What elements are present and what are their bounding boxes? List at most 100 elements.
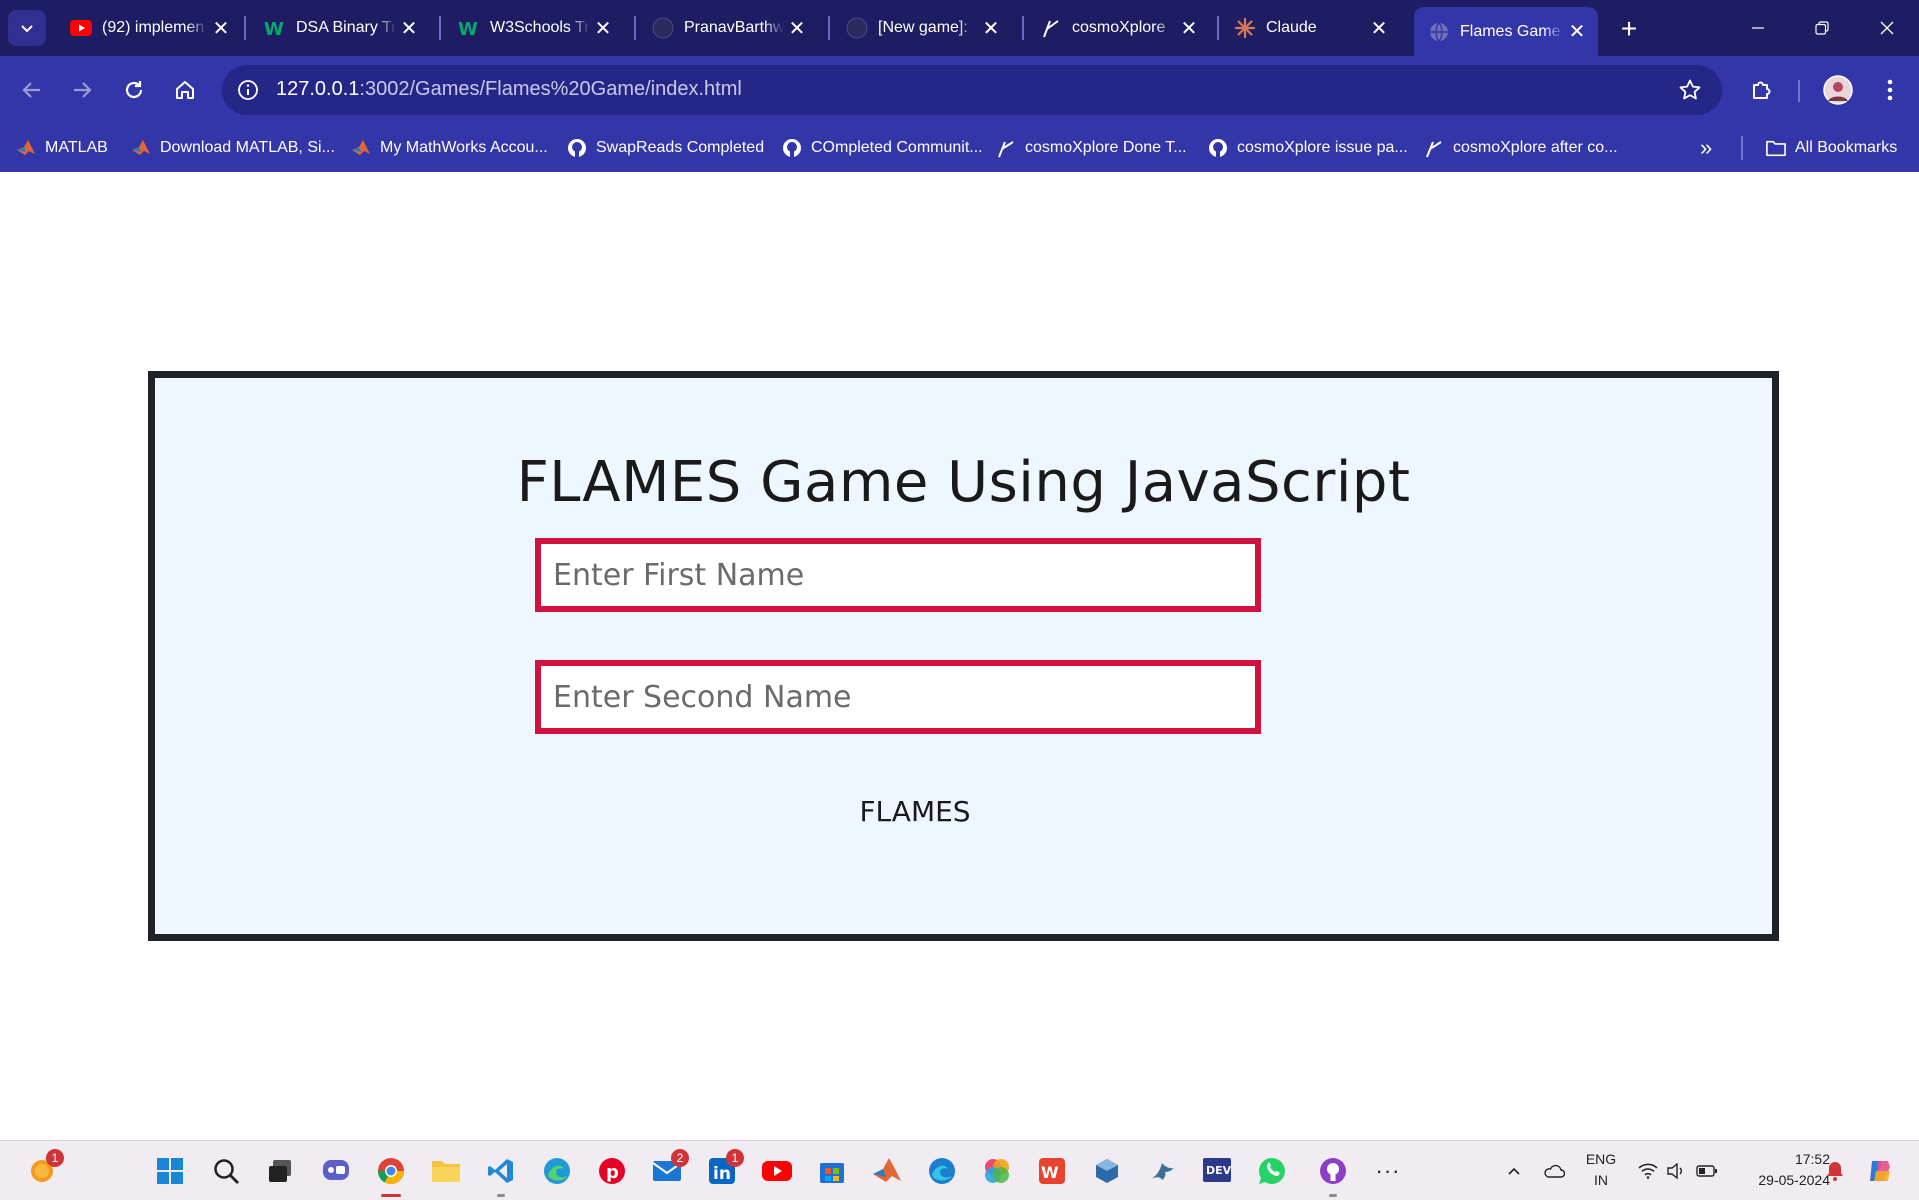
reload-button[interactable] <box>116 72 152 108</box>
store-button[interactable] <box>814 1153 850 1189</box>
folder-icon <box>432 1161 460 1182</box>
dolphin-icon <box>1150 1163 1174 1180</box>
matlab-icon <box>16 138 36 158</box>
bookmarks-overflow-button[interactable]: » <box>1700 134 1712 162</box>
battery-button[interactable] <box>1692 1141 1722 1200</box>
task-view-button[interactable] <box>262 1153 298 1189</box>
back-button[interactable] <box>14 72 50 108</box>
close-window-button[interactable] <box>1862 10 1912 46</box>
linkedin-badge: 1 <box>726 1149 744 1167</box>
whatsapp-icon <box>1258 1157 1285 1184</box>
close-icon[interactable]: ✕ <box>1176 15 1202 41</box>
clock[interactable]: 17:52 29-05-2024 <box>1730 1149 1830 1191</box>
notifications-button[interactable] <box>1820 1141 1850 1200</box>
tab-separator <box>244 16 246 40</box>
whatsapp-button[interactable] <box>1254 1153 1290 1189</box>
bookmark-item[interactable]: My MathWorks Accou... <box>351 134 548 162</box>
tab-youtube[interactable]: (92) implemen ✕ <box>56 7 242 49</box>
close-icon[interactable]: ✕ <box>396 15 422 41</box>
tab-github-pranav[interactable]: PranavBarthw ✕ <box>638 7 818 49</box>
tab-separator <box>828 16 830 40</box>
all-bookmarks-button[interactable]: All Bookmarks <box>1766 134 1897 162</box>
show-more-apps-button[interactable]: ··· <box>1370 1153 1406 1189</box>
clock-time: 17:52 <box>1794 1151 1830 1167</box>
flames-button[interactable]: FLAMES <box>835 789 995 833</box>
language-indicator[interactable]: ENG IN <box>1578 1149 1624 1191</box>
forward-button[interactable] <box>64 72 100 108</box>
windows-icon <box>157 1158 183 1184</box>
wifi-button[interactable] <box>1634 1141 1662 1200</box>
matlab-icon <box>873 1158 901 1182</box>
tab-cosmoxplore[interactable]: cosmoXplore ✕ <box>1026 7 1210 49</box>
tab-dsa-binary[interactable]: W DSA Binary Tr ✕ <box>250 7 430 49</box>
first-name-input[interactable] <box>535 538 1261 612</box>
edge-dev-button[interactable] <box>539 1153 575 1189</box>
matlab-button[interactable] <box>869 1153 905 1189</box>
photos-button[interactable] <box>979 1153 1015 1189</box>
teams-chat-button[interactable] <box>318 1153 354 1189</box>
profile-button[interactable] <box>1820 72 1856 108</box>
tab-claude[interactable]: Claude ✕ <box>1220 7 1400 49</box>
bookmark-item[interactable]: cosmoXplore after co... <box>1424 134 1618 162</box>
cosmoxplore-icon <box>1424 138 1444 158</box>
edge-icon <box>544 1158 570 1184</box>
bookmark-item[interactable]: cosmoXplore issue pa... <box>1208 134 1408 162</box>
youtube-button[interactable] <box>759 1153 795 1189</box>
tab-flames-game[interactable]: Flames Game ✕ <box>1414 7 1598 56</box>
dev-home-button[interactable]: DEV <box>1199 1153 1235 1189</box>
github-icon <box>782 138 802 158</box>
star-icon <box>1679 79 1701 100</box>
wps-office-button[interactable]: W <box>1034 1153 1070 1189</box>
menu-button[interactable] <box>1872 72 1908 108</box>
minimize-button[interactable] <box>1733 10 1783 46</box>
mysql-workbench-button[interactable] <box>1144 1153 1180 1189</box>
close-icon[interactable]: ✕ <box>590 15 616 41</box>
vscode-button[interactable] <box>483 1153 519 1197</box>
show-hidden-icons-button[interactable] <box>1500 1141 1528 1200</box>
close-icon[interactable]: ✕ <box>1564 19 1590 45</box>
tab-label: DSA Binary Tr <box>296 19 396 36</box>
home-button[interactable] <box>167 72 203 108</box>
close-icon[interactable]: ✕ <box>784 15 810 41</box>
wps-icon: W <box>1039 1158 1065 1184</box>
bookmark-item[interactable]: cosmoXplore Done T... <box>996 134 1187 162</box>
close-icon[interactable]: ✕ <box>208 15 234 41</box>
file-explorer-button[interactable] <box>428 1153 464 1189</box>
url-host: 127.0.0.1 <box>276 78 360 100</box>
bookmark-item[interactable]: SwapReads Completed <box>567 134 764 162</box>
tab-new-game[interactable]: [New game]: ✕ <box>832 7 1012 49</box>
bookmark-star-button[interactable] <box>1676 76 1704 104</box>
edge-button[interactable] <box>924 1153 960 1189</box>
close-icon[interactable]: ✕ <box>1366 15 1392 41</box>
bookmark-item[interactable]: Download MATLAB, Si... <box>131 134 335 162</box>
github-desktop-button[interactable] <box>1315 1153 1351 1197</box>
mail-button[interactable]: 2 <box>649 1149 689 1189</box>
widgets-button[interactable]: 1 <box>24 1149 64 1189</box>
url-text[interactable]: 127.0.0.1:3002/Games/Flames%20Game/index… <box>276 78 742 101</box>
virtualbox-button[interactable] <box>1089 1153 1125 1189</box>
site-info-button[interactable] <box>234 76 262 104</box>
start-button[interactable] <box>152 1153 188 1189</box>
onedrive-button[interactable] <box>1538 1141 1570 1200</box>
tab-w3schools[interactable]: W W3Schools Tr ✕ <box>444 7 624 49</box>
pinterest-button[interactable]: p <box>594 1153 630 1189</box>
new-tab-button[interactable]: + <box>1612 12 1646 46</box>
bookmark-item[interactable]: MATLAB <box>16 134 108 162</box>
linkedin-button[interactable]: in 1 <box>704 1149 744 1189</box>
second-name-input[interactable] <box>535 660 1261 734</box>
search-button[interactable] <box>208 1153 244 1189</box>
tab-label: W3Schools Tr <box>490 19 590 36</box>
flames-game-container: FLAMES Game Using JavaScript FLAMES <box>148 371 1779 941</box>
bookmark-item[interactable]: COmpleted Communit... <box>782 134 983 162</box>
chrome-button[interactable] <box>373 1153 409 1197</box>
volume-button[interactable] <box>1662 1141 1690 1200</box>
running-indicator <box>497 1194 505 1197</box>
copilot-button[interactable] <box>1862 1141 1898 1200</box>
extensions-button[interactable] <box>1744 72 1780 108</box>
tab-search-button[interactable] <box>8 10 46 46</box>
address-bar[interactable]: 127.0.0.1:3002/Games/Flames%20Game/index… <box>222 65 1722 115</box>
restore-button[interactable] <box>1797 10 1847 46</box>
tab-separator <box>634 16 636 40</box>
youtube-icon <box>762 1161 792 1181</box>
close-icon[interactable]: ✕ <box>978 15 1004 41</box>
